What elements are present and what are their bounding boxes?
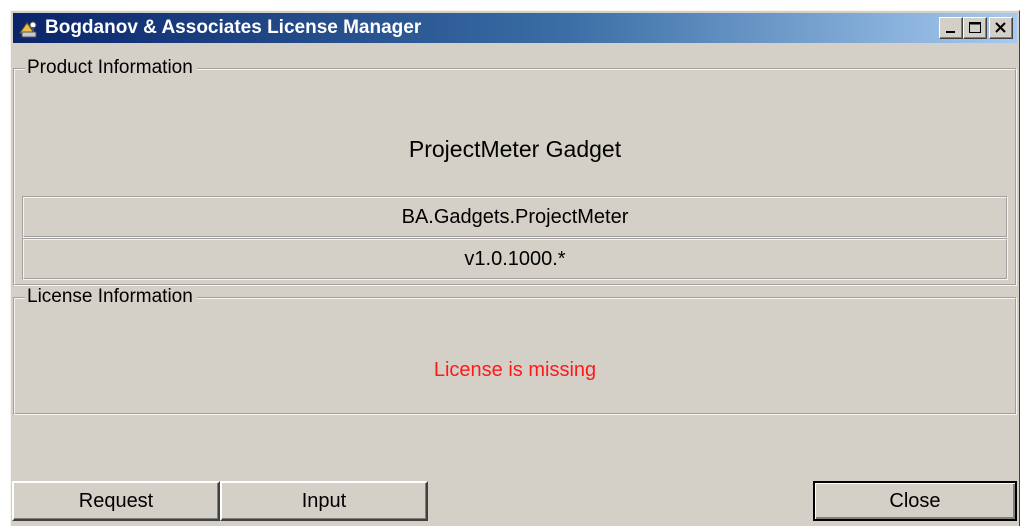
close-button[interactable]: Close — [813, 481, 1017, 521]
product-id-box: BA.Gadgets.ProjectMeter — [22, 196, 1008, 238]
license-information-group: License Information License is missing — [13, 286, 1017, 415]
request-button[interactable]: Request — [12, 481, 220, 521]
window-title: Bogdanov & Associates License Manager — [45, 17, 422, 38]
version-box: v1.0.1000.* — [22, 238, 1008, 280]
minimize-icon — [946, 31, 955, 33]
input-button[interactable]: Input — [220, 481, 428, 521]
title-bar[interactable]: Bogdanov & Associates License Manager — [13, 13, 1017, 43]
maximize-icon — [969, 22, 981, 33]
license-status: License is missing — [433, 359, 597, 381]
maximize-button[interactable] — [963, 17, 987, 39]
close-icon — [995, 22, 1006, 33]
close-window-button[interactable] — [989, 17, 1013, 39]
product-information-group: Product Information ProjectMeter Gadget … — [13, 57, 1017, 286]
license-information-legend: License Information — [25, 286, 197, 308]
product-version: v1.0.1000.* — [464, 247, 566, 270]
license-app-icon — [17, 17, 39, 39]
product-id: BA.Gadgets.ProjectMeter — [401, 205, 629, 228]
license-manager-window: Bogdanov & Associates License Manager Pr… — [10, 10, 1020, 526]
minimize-button[interactable] — [939, 17, 963, 39]
product-name: ProjectMeter Gadget — [408, 136, 622, 162]
caption-buttons — [939, 17, 1013, 39]
product-information-legend: Product Information — [25, 57, 197, 79]
